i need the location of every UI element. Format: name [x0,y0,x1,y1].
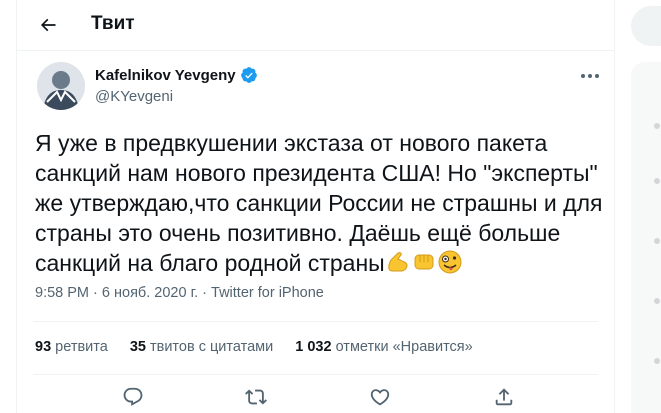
quotes-count: 35 [129,339,146,355]
tweet-stats: 93 ретвита 35 твитов с цитатами 1 032 от… [35,339,473,355]
meta-separator: · [93,285,98,301]
back-button[interactable] [31,8,65,42]
retweets-count: 93 [35,339,52,355]
scrollbar-mark [654,298,660,304]
tweet-time[interactable]: 9:58 PM [35,285,89,301]
scrollbar-mark [654,238,660,244]
emoji-group [385,249,463,275]
tweet-actions-bar [17,386,614,413]
reply-button[interactable] [122,386,146,410]
scrollbar-mark [654,358,660,364]
more-horizontal-icon [581,74,599,78]
tweet-source[interactable]: Twitter for iPhone [211,285,324,301]
likes-label: отметки «Нравится» [335,339,473,355]
verified-badge-icon [240,67,257,83]
author-display-name[interactable]: Kafelnikov Yevgeny [95,67,236,84]
retweet-icon [245,389,267,405]
retweets-stat[interactable]: 93 ретвита [35,339,108,355]
tweet-date[interactable]: 6 нояб. 2020 г. [102,285,198,301]
oncoming-fist-emoji [414,254,434,270]
avatar[interactable] [37,62,85,110]
share-icon [495,388,513,406]
share-button[interactable] [493,386,517,410]
retweet-button[interactable] [245,386,269,410]
meta-separator: · [202,285,207,301]
scrollbar-mark [654,123,660,129]
scrollbar[interactable] [654,103,660,403]
quotes-label: твитов с цитатами [149,339,274,355]
quotes-stat[interactable]: 35 твитов с цитатами [130,339,273,355]
user-avatar-image [37,62,85,110]
tweet-body: Я уже в предвкушении экстаза от нового п… [35,128,605,278]
page-header: Твит [17,0,614,51]
likes-stat[interactable]: 1 032 отметки «Нравится» [295,339,473,355]
reply-icon [123,387,143,406]
more-options-button[interactable] [579,66,601,86]
arrow-left-icon [40,18,56,32]
author-name-row[interactable]: Kafelnikov Yevgeny [95,66,258,84]
tweet-column: Твит Kafelnikov Yevgeny @KYevgeni Я уже … [16,0,615,413]
author-handle[interactable]: @KYevgeni [95,88,173,105]
search-box[interactable] [631,6,661,46]
like-button[interactable] [369,386,393,410]
divider [33,374,598,375]
tweet-metadata: 9:58 PM · 6 нояб. 2020 г. · Twitter for … [35,285,324,301]
tweet-text: Я уже в предвкушении экстаза от нового п… [35,130,609,276]
divider [33,321,598,322]
like-icon [370,389,390,406]
zany-face-emoji [438,250,462,274]
page-title: Твит [91,13,135,34]
flexed-biceps-emoji [388,252,408,272]
retweets-label: ретвита [55,339,108,355]
scrollbar-mark [654,178,660,184]
likes-count: 1 032 [295,339,332,355]
